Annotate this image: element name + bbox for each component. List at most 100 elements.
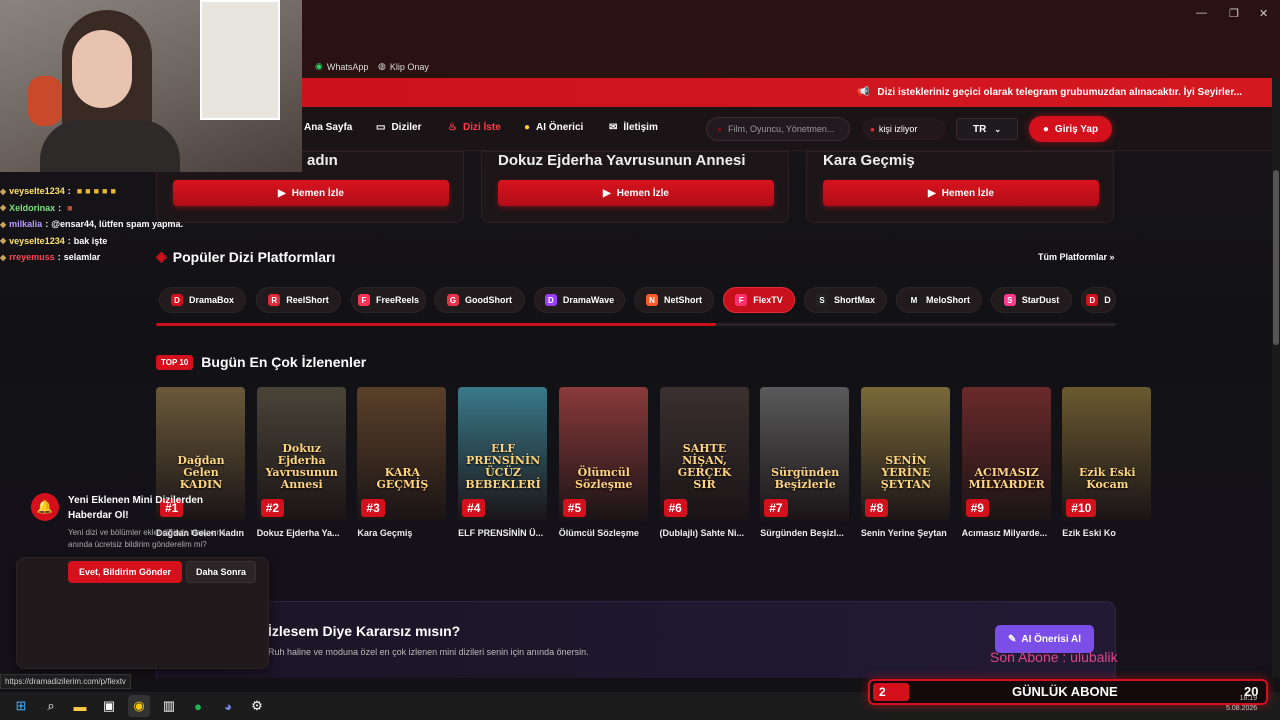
platform-label: ShortMax xyxy=(833,295,875,305)
hero-card: Kara Geçmiş ▶ Hemen İzle xyxy=(806,151,1114,223)
later-button[interactable]: Daha Sonra xyxy=(186,561,256,583)
chat-separator: : xyxy=(45,219,49,230)
bookmark-whatsapp[interactable]: ◉ WhatsApp xyxy=(315,61,368,72)
chat-message: ◆ Xeldorinax: ■ xyxy=(0,200,210,217)
platform-scroll-thumb[interactable] xyxy=(156,323,716,326)
poster-card[interactable]: SAHTE NİŞAN, GERÇEK SIR #6 xyxy=(659,387,749,521)
platform-chip[interactable]: F FreeReels xyxy=(351,287,426,313)
nav-series[interactable]: ▭ Diziler xyxy=(376,122,421,133)
minimize-icon[interactable]: — xyxy=(1196,7,1207,19)
chat-message: ◆ veyselte1234: ■ ■ ■ ■ ■ xyxy=(0,183,210,200)
emote-icon: ■ xyxy=(67,202,73,213)
chat-username[interactable]: veyselte1234 xyxy=(9,236,65,246)
chat-username[interactable]: Xeldorinax xyxy=(9,203,55,213)
chat-message: ◆ milkalia: @ensar44, lütfen spam yapma. xyxy=(0,216,210,233)
platform-chip[interactable]: M MeloShort xyxy=(896,287,982,313)
chat-separator: : xyxy=(57,252,61,263)
rank-badge: #10 xyxy=(1066,499,1097,517)
page-scrollbar[interactable] xyxy=(1272,78,1280,678)
poster-art-title: SENİN YERİNE ŞEYTAN xyxy=(880,453,932,491)
platform-logo-icon: F xyxy=(357,294,370,306)
poster-title[interactable]: Dokuz Ejderha Ya... xyxy=(257,528,352,538)
chat-username[interactable]: milkalia xyxy=(9,219,42,229)
maximize-icon[interactable]: ❐ xyxy=(1229,7,1239,20)
play-icon: ▶ xyxy=(928,187,936,199)
search-input[interactable]: ⌕ Film, Oyuncu, Yönetmen... xyxy=(706,117,850,141)
page-scroll-thumb[interactable] xyxy=(1273,170,1279,345)
store-icon[interactable]: ▣ xyxy=(98,695,120,717)
audio-app-icon[interactable]: ▥ xyxy=(158,695,180,717)
poster-art-title: KARA GEÇMİŞ xyxy=(376,465,429,491)
poster-card[interactable]: Ezik Eski Kocam #10 xyxy=(1062,387,1152,521)
live-dot-icon: ● xyxy=(870,124,875,134)
platform-chip[interactable]: G GoodShort xyxy=(434,287,525,313)
search-icon: ⌕ xyxy=(717,123,723,134)
discord-icon[interactable]: ◕ xyxy=(217,695,239,717)
allow-notifications-button[interactable]: Evet, Bildirim Gönder xyxy=(68,561,182,583)
plush-toy-image xyxy=(28,76,62,126)
platform-logo-icon: F xyxy=(735,294,748,306)
nav-contact[interactable]: ✉ İletişim xyxy=(609,122,658,133)
spotify-icon[interactable]: ● xyxy=(187,695,209,717)
bookmark-klip-onay[interactable]: ◍ Klip Onay xyxy=(378,61,429,72)
poster-title[interactable]: ELF PRENSİNİN Ü... xyxy=(458,528,553,538)
poster-title[interactable]: Ezik Eski Ko xyxy=(1062,528,1157,538)
search-icon[interactable]: ⌕ xyxy=(40,695,62,717)
poster-card[interactable]: SENİN YERİNE ŞEYTAN #8 xyxy=(860,387,950,521)
poster-card[interactable]: Ölümcül Sözleşme #5 xyxy=(558,387,648,521)
poster-card[interactable]: Dokuz Ejderha Yavrusunun Annesi #2 xyxy=(256,387,346,521)
platform-logo-icon: M xyxy=(908,294,920,306)
stream-chat: ◆ veyselte1234: ■ ■ ■ ■ ■ ◆ Xeldorinax: ■ ◆ milkali… xyxy=(0,183,210,266)
poster-card[interactable]: ACIMASIZ MİLYARDER #9 xyxy=(961,387,1051,521)
poster-title[interactable]: (Dublajlı) Sahte Ni... xyxy=(660,528,755,538)
all-platforms-link[interactable]: Tüm Platformlar » xyxy=(1038,252,1115,262)
platform-chip[interactable]: DD xyxy=(1081,287,1116,313)
platform-chip[interactable]: S ShortMax xyxy=(804,287,887,313)
windows-start-icon[interactable]: ⊞ xyxy=(10,695,32,717)
poster-art-title: Ezik Eski Kocam xyxy=(1078,465,1136,491)
platform-label: ReelShort xyxy=(286,295,329,305)
whatsapp-icon: ◉ xyxy=(315,61,323,71)
chat-username[interactable]: veyselte1234 xyxy=(9,186,65,196)
poster-title[interactable]: Kara Geçmiş xyxy=(357,528,452,538)
poster-title[interactable]: Acımasız Milyarde... xyxy=(962,528,1057,538)
watch-now-button[interactable]: ▶ Hemen İzle xyxy=(823,180,1099,206)
language-select[interactable]: TR ⌄ xyxy=(956,118,1018,140)
poster-title[interactable]: Ölümcül Sözleşme xyxy=(559,528,654,538)
globe-icon: ◍ xyxy=(378,61,386,71)
settings-icon[interactable]: ⚙ xyxy=(246,695,268,717)
platform-chip[interactable]: F FlexTV xyxy=(723,287,795,313)
platform-logo-icon: D xyxy=(1086,294,1099,306)
poster-card[interactable]: ELF PRENSİNİN ÜCÜZ BEBEKLERİ #4 xyxy=(458,387,548,521)
platform-chip[interactable]: D DramaWave xyxy=(534,287,625,313)
platform-scrollbar[interactable] xyxy=(156,323,1116,326)
poster-art-title: ACIMASIZ MİLYARDER xyxy=(968,465,1045,491)
platform-label: GoodShort xyxy=(465,295,512,305)
nav-label: Dizi İste xyxy=(462,122,501,133)
watch-now-button[interactable]: ▶ Hemen İzle xyxy=(498,180,774,206)
sub-goal-label: GÜNLÜK ABONE xyxy=(1012,684,1118,699)
platform-chip[interactable]: N NetShort xyxy=(634,287,714,313)
poster-card[interactable]: Sürgünden Beşizlerle #7 xyxy=(760,387,850,521)
chat-username[interactable]: rreyemuss xyxy=(9,252,55,262)
watch-now-button[interactable]: ▶ Hemen İzle xyxy=(173,180,449,206)
chevron-down-icon: ⌄ xyxy=(994,124,1002,134)
poster-title[interactable]: Senin Yerine Şeytan xyxy=(861,528,956,538)
platform-chip[interactable]: S StarDust xyxy=(991,287,1072,313)
notification-title: Yeni Eklenen Mini Dizilerden Haberdar Ol… xyxy=(68,495,204,521)
close-icon[interactable]: ✕ xyxy=(1259,7,1268,20)
poster-title[interactable]: Sürgünden Beşizl... xyxy=(760,528,855,538)
poster-art-title: Dağdan Gelen KADIN xyxy=(177,453,225,491)
chat-badge-icon: ◆ xyxy=(0,236,7,246)
file-explorer-icon[interactable]: ▬ xyxy=(69,695,91,717)
nav-request[interactable]: ♨ Dizi İste xyxy=(448,122,501,133)
nav-ai[interactable]: ● AI Önerici xyxy=(524,122,583,133)
rank-badge: #7 xyxy=(764,499,788,517)
platform-chip[interactable]: R ReelShort xyxy=(256,287,341,313)
platform-chip[interactable]: D DramaBox xyxy=(159,287,246,313)
nav-home[interactable]: Ana Sayfa xyxy=(304,122,352,133)
chrome-icon[interactable]: ◉ xyxy=(128,695,150,717)
nav-label: Ana Sayfa xyxy=(304,122,353,133)
login-button[interactable]: ● Giriş Yap xyxy=(1029,116,1112,142)
poster-card[interactable]: KARA GEÇMİŞ #3 xyxy=(357,387,447,521)
